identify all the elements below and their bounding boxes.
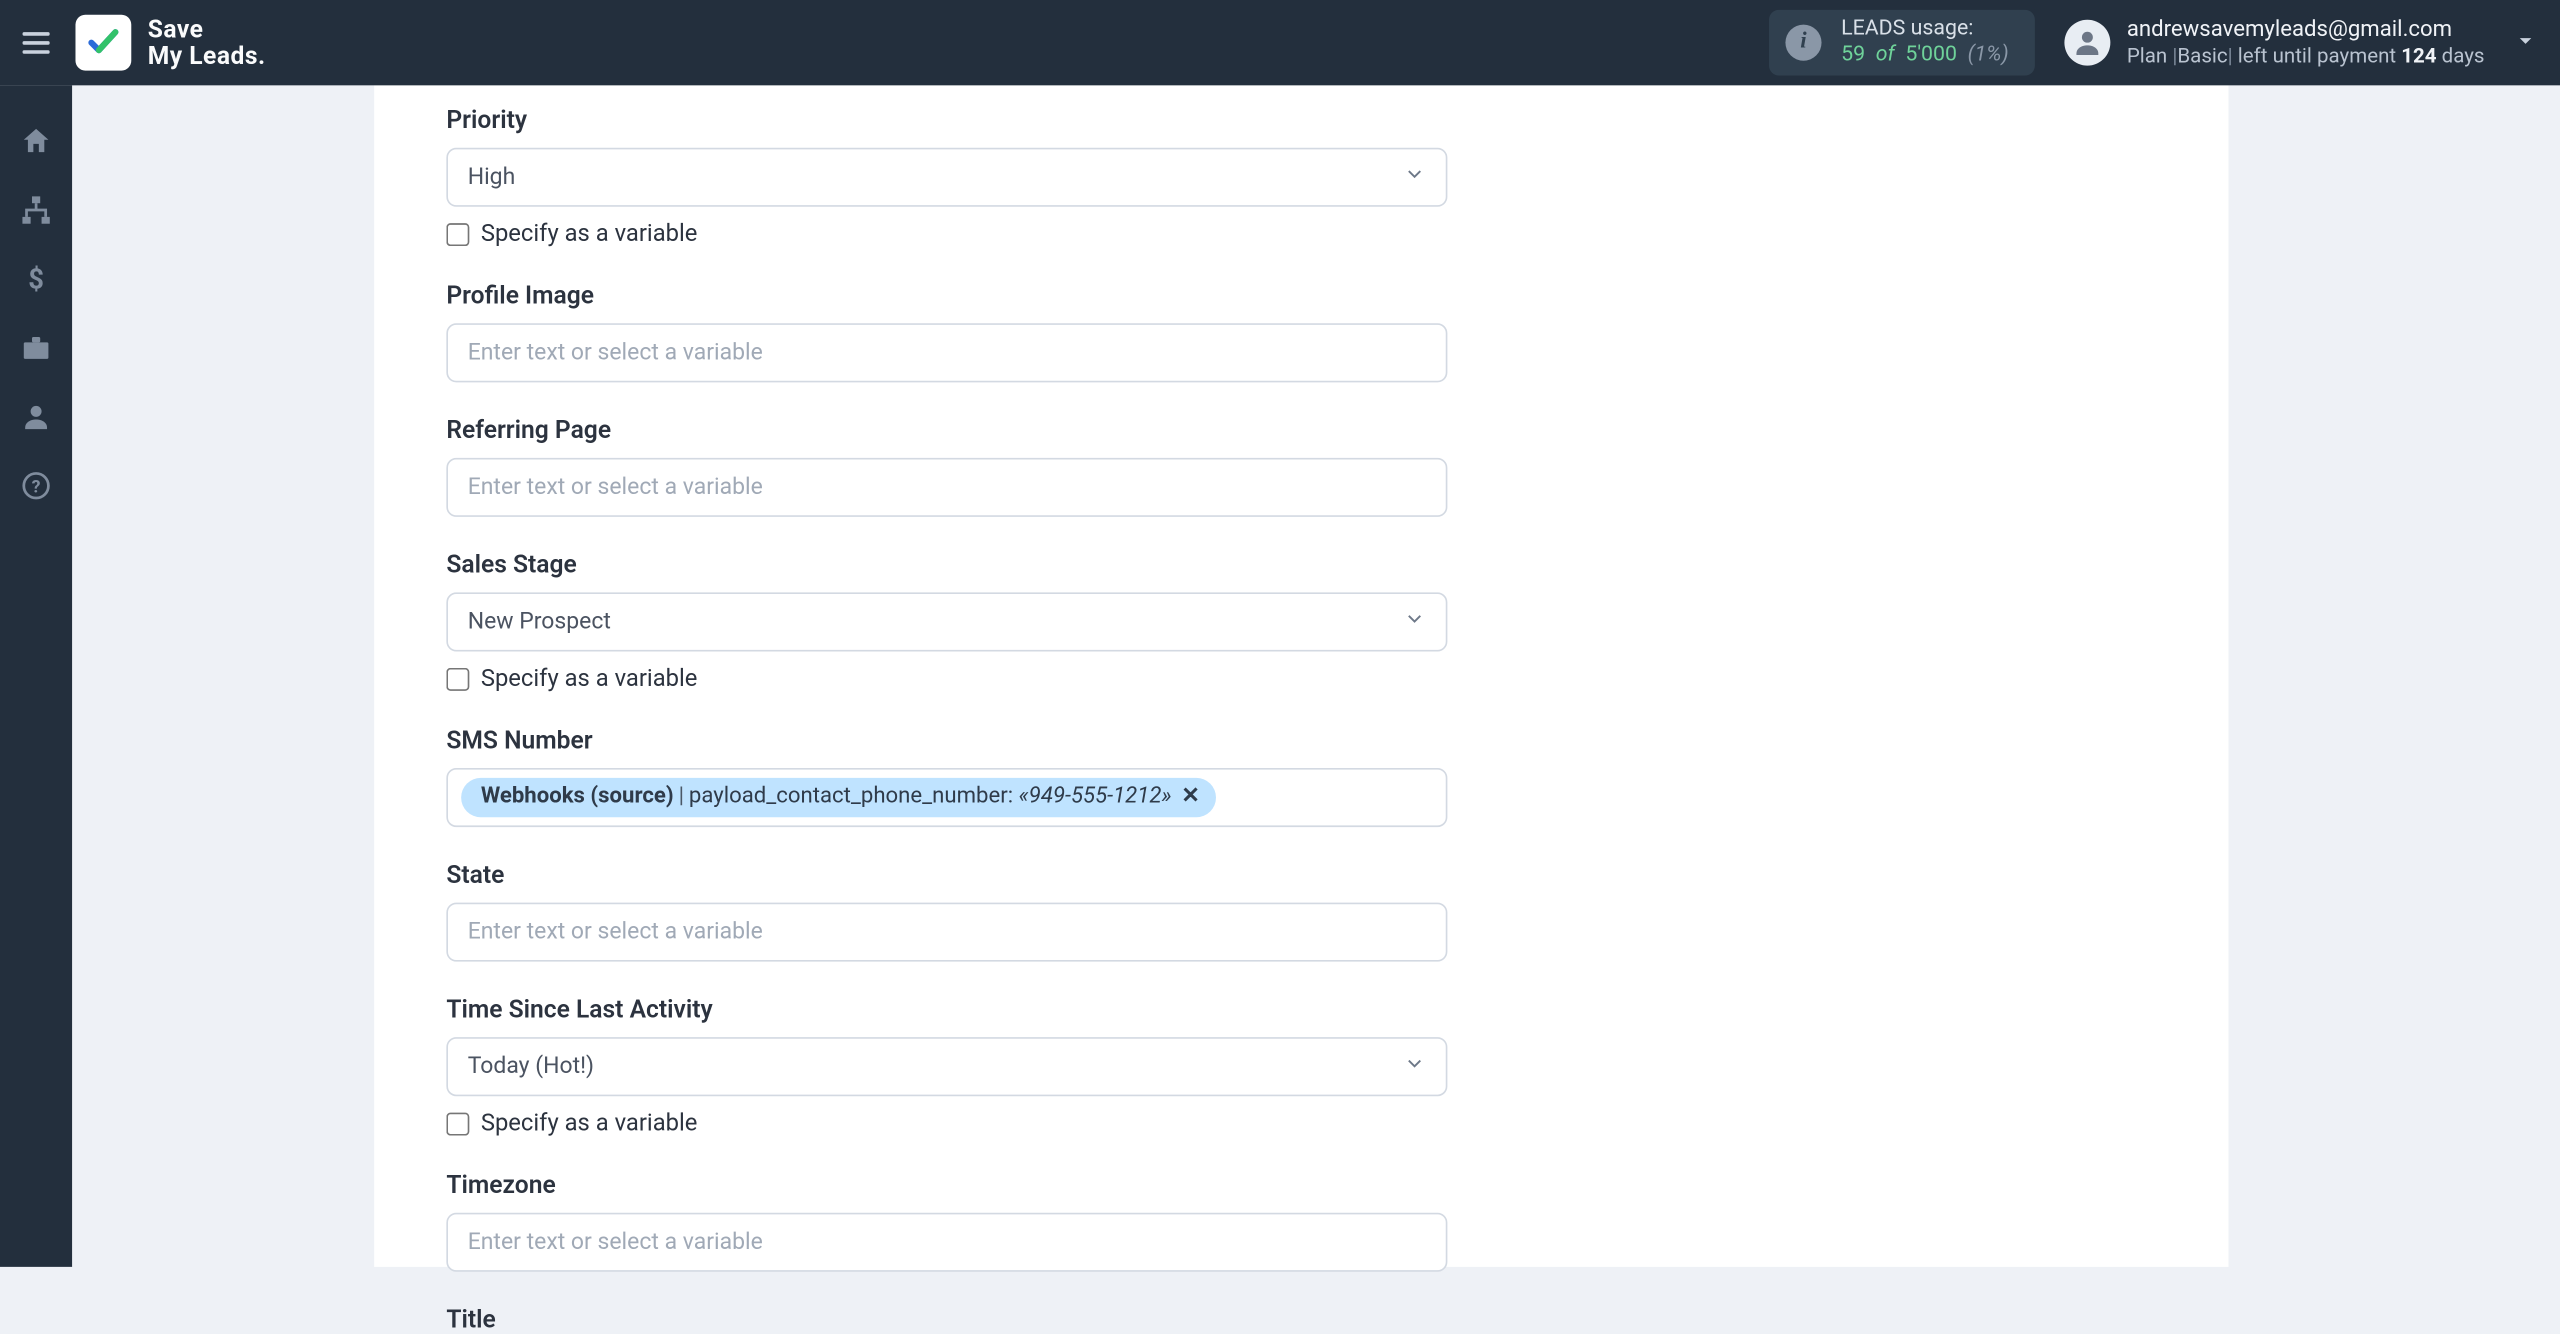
sidebar-item-work[interactable] bbox=[0, 315, 72, 381]
leads-usage-used: 59 bbox=[1841, 43, 1865, 68]
checkbox-row-priority[interactable]: Specify as a variable bbox=[446, 220, 1447, 248]
info-icon: i bbox=[1785, 25, 1821, 61]
field-state: State Enter text or select a variable bbox=[446, 860, 1447, 962]
sidebar-item-home[interactable] bbox=[0, 108, 72, 174]
select-priority[interactable]: High bbox=[446, 148, 1447, 207]
account-menu[interactable]: andrewsavemyleads@gmail.com Plan |Basic|… bbox=[2064, 17, 2560, 68]
leads-usage-label: LEADS usage: bbox=[1841, 16, 2009, 43]
field-time-since-last-activity: Time Since Last Activity Today (Hot!) Sp… bbox=[446, 994, 1447, 1137]
chevron-down-icon bbox=[2514, 29, 2537, 52]
field-referring-page: Referring Page Enter text or select a va… bbox=[446, 415, 1447, 517]
select-sales-stage[interactable]: New Prospect bbox=[446, 592, 1447, 651]
label-state: State bbox=[446, 860, 1447, 890]
sidebar-item-billing[interactable]: $ bbox=[0, 246, 72, 312]
label-sales-stage: Sales Stage bbox=[446, 550, 1447, 580]
input-timezone[interactable]: Enter text or select a variable bbox=[446, 1213, 1447, 1272]
field-sms-number: SMS Number Webhooks (source) | payload_c… bbox=[446, 725, 1447, 827]
input-referring-page-placeholder: Enter text or select a variable bbox=[468, 474, 1426, 500]
account-dropdown-toggle[interactable] bbox=[2514, 27, 2537, 58]
input-profile-image-placeholder: Enter text or select a variable bbox=[468, 340, 1426, 366]
checkbox-priority-label: Specify as a variable bbox=[481, 220, 698, 248]
checkbox-row-sales-stage[interactable]: Specify as a variable bbox=[446, 665, 1447, 693]
home-icon bbox=[20, 125, 53, 158]
label-time-since: Time Since Last Activity bbox=[446, 994, 1447, 1024]
chevron-down-icon bbox=[1403, 162, 1426, 192]
mapping-form: Priority High Specify as a variable Prof bbox=[446, 85, 1447, 1334]
field-priority: Priority High Specify as a variable bbox=[446, 105, 1447, 248]
person-icon bbox=[2071, 26, 2104, 59]
app-header: Save My Leads. i LEADS usage: 59 of 5'00… bbox=[0, 0, 2560, 85]
svg-text:?: ? bbox=[32, 478, 41, 498]
sidebar-item-help[interactable]: ? bbox=[0, 453, 72, 519]
account-text: andrewsavemyleads@gmail.com Plan |Basic|… bbox=[2127, 17, 2485, 68]
leads-usage-text: LEADS usage: 59 of 5'000 (1%) bbox=[1841, 16, 2009, 69]
checkmark-icon bbox=[85, 25, 121, 61]
label-profile-image: Profile Image bbox=[446, 281, 1447, 311]
token-remove-button[interactable]: ✕ bbox=[1181, 783, 1200, 812]
token-source: Webhooks (source) bbox=[481, 783, 674, 812]
field-title: Title bbox=[446, 1305, 1447, 1334]
checkbox-time-since-label: Specify as a variable bbox=[481, 1109, 698, 1137]
sidebar-nav: $ ? bbox=[0, 85, 72, 1267]
select-time-since-value: Today (Hot!) bbox=[468, 1054, 1403, 1080]
leads-usage-indicator[interactable]: i LEADS usage: 59 of 5'000 (1%) bbox=[1769, 10, 2035, 76]
label-priority: Priority bbox=[446, 105, 1447, 135]
sidebar-item-profile[interactable] bbox=[0, 384, 72, 450]
menu-toggle-button[interactable] bbox=[0, 0, 72, 85]
checkbox-sales-stage-variable[interactable] bbox=[446, 667, 469, 690]
checkbox-row-time-since[interactable]: Specify as a variable bbox=[446, 1109, 1447, 1137]
input-state[interactable]: Enter text or select a variable bbox=[446, 903, 1447, 962]
token-key: payload_contact_phone_number: bbox=[689, 783, 1013, 812]
app-logo[interactable] bbox=[75, 15, 131, 71]
chevron-down-icon bbox=[1403, 607, 1426, 637]
checkbox-time-since-variable[interactable] bbox=[446, 1112, 469, 1135]
field-timezone: Timezone Enter text or select a variable bbox=[446, 1170, 1447, 1272]
input-profile-image[interactable]: Enter text or select a variable bbox=[446, 323, 1447, 382]
select-priority-value: High bbox=[468, 164, 1403, 190]
brand-name-line1: Save bbox=[148, 16, 266, 43]
checkbox-priority-variable[interactable] bbox=[446, 222, 469, 245]
sidebar-item-connections[interactable] bbox=[0, 177, 72, 243]
svg-text:$: $ bbox=[28, 264, 44, 296]
briefcase-icon bbox=[20, 331, 53, 364]
sitemap-icon bbox=[20, 194, 53, 227]
help-icon: ? bbox=[20, 469, 53, 502]
select-sales-stage-value: New Prospect bbox=[468, 609, 1403, 635]
label-timezone: Timezone bbox=[446, 1170, 1447, 1200]
brand-name: Save My Leads. bbox=[148, 16, 266, 70]
account-email: andrewsavemyleads@gmail.com bbox=[2127, 17, 2485, 44]
field-profile-image: Profile Image Enter text or select a var… bbox=[446, 281, 1447, 383]
main-content: Priority High Specify as a variable Prof bbox=[72, 85, 2560, 1267]
days-left-number: 124 bbox=[2401, 44, 2436, 69]
brand-name-line2: My Leads. bbox=[148, 43, 266, 70]
dollar-icon: $ bbox=[20, 263, 53, 296]
field-sales-stage: Sales Stage New Prospect Specify as a va… bbox=[446, 550, 1447, 693]
label-title: Title bbox=[446, 1305, 1447, 1334]
input-referring-page[interactable]: Enter text or select a variable bbox=[446, 458, 1447, 517]
form-card: Priority High Specify as a variable Prof bbox=[374, 85, 2228, 1267]
account-plan: Plan |Basic| left until payment 124 days bbox=[2127, 44, 2485, 69]
input-sms-number[interactable]: Webhooks (source) | payload_contact_phon… bbox=[446, 768, 1447, 827]
label-referring-page: Referring Page bbox=[446, 415, 1447, 445]
user-icon bbox=[20, 400, 53, 433]
chevron-down-icon bbox=[1403, 1052, 1426, 1082]
label-sms-number: SMS Number bbox=[446, 725, 1447, 755]
hamburger-icon bbox=[18, 25, 54, 61]
select-time-since[interactable]: Today (Hot!) bbox=[446, 1037, 1447, 1096]
checkbox-sales-stage-label: Specify as a variable bbox=[481, 665, 698, 693]
token-sms-number: Webhooks (source) | payload_contact_phon… bbox=[461, 778, 1216, 817]
input-timezone-placeholder: Enter text or select a variable bbox=[468, 1229, 1426, 1255]
input-state-placeholder: Enter text or select a variable bbox=[468, 919, 1426, 945]
token-value: «949-555-1212» bbox=[1019, 783, 1172, 812]
avatar bbox=[2064, 20, 2110, 66]
